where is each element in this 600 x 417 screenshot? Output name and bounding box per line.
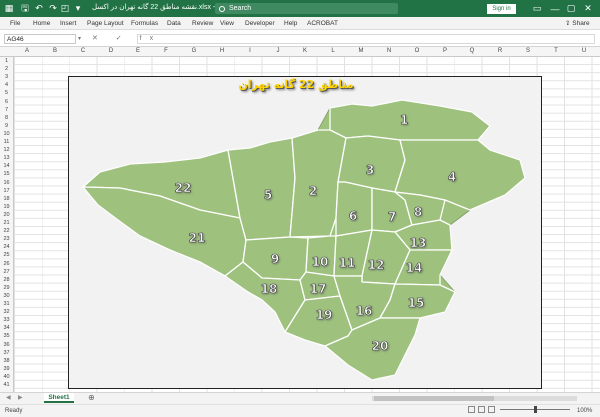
page-layout-view-icon[interactable] xyxy=(478,406,485,413)
district-5-label: 5 xyxy=(264,188,272,202)
district-20-label: 20 xyxy=(372,339,389,353)
district-7-label: 7 xyxy=(388,210,396,224)
horizontal-scroll-thumb[interactable] xyxy=(374,396,494,401)
district-9-label: 9 xyxy=(271,252,279,266)
district-22-label: 22 xyxy=(175,181,192,195)
zoom-level[interactable]: 100% xyxy=(577,408,592,414)
district-12-label: 12 xyxy=(368,258,385,272)
district-14-label: 14 xyxy=(406,261,423,275)
district-17-label: 17 xyxy=(310,282,327,296)
excel-window: ▦ 🖫 ↶ ↷ ◰ ▾ نقشه مناطق 22 گانه تهران در … xyxy=(0,0,600,417)
status-ready: Ready xyxy=(5,408,23,414)
sheet-nav-next-icon[interactable]: ▶ xyxy=(18,394,23,401)
sheet-tab-sheet1[interactable]: Sheet1 xyxy=(44,393,74,403)
district-4-label: 4 xyxy=(448,170,456,184)
page-break-view-icon[interactable] xyxy=(488,406,495,413)
district-2-label: 2 xyxy=(309,184,317,198)
district-8-label: 8 xyxy=(414,205,422,219)
district-15-label: 15 xyxy=(408,296,425,310)
zoom-slider-thumb[interactable] xyxy=(534,406,537,413)
normal-view-icon[interactable] xyxy=(468,406,475,413)
add-sheet-icon[interactable]: ⊕ xyxy=(88,393,95,402)
district-1-label: 1 xyxy=(400,113,408,127)
district-3-label: 3 xyxy=(366,163,374,177)
district-21-label: 21 xyxy=(189,231,206,245)
district-6-label: 6 xyxy=(349,209,357,223)
map-title: مناطق 22 گانه تهران xyxy=(238,78,354,91)
tehran-districts-map: 123 456 7 89 10 11 1213141516171819202122 xyxy=(82,99,526,381)
sheet-nav-prev-icon[interactable]: ◀ xyxy=(6,394,11,401)
district-13-label: 13 xyxy=(410,236,427,250)
district-10-label: 10 xyxy=(312,255,329,269)
district-16-label: 16 xyxy=(356,304,373,318)
status-bar: Ready 100% xyxy=(0,404,600,417)
district-19-label: 19 xyxy=(316,308,333,322)
district-1-region[interactable] xyxy=(329,99,491,141)
district-18-label: 18 xyxy=(261,282,278,296)
district-11-label: 11 xyxy=(339,256,356,270)
